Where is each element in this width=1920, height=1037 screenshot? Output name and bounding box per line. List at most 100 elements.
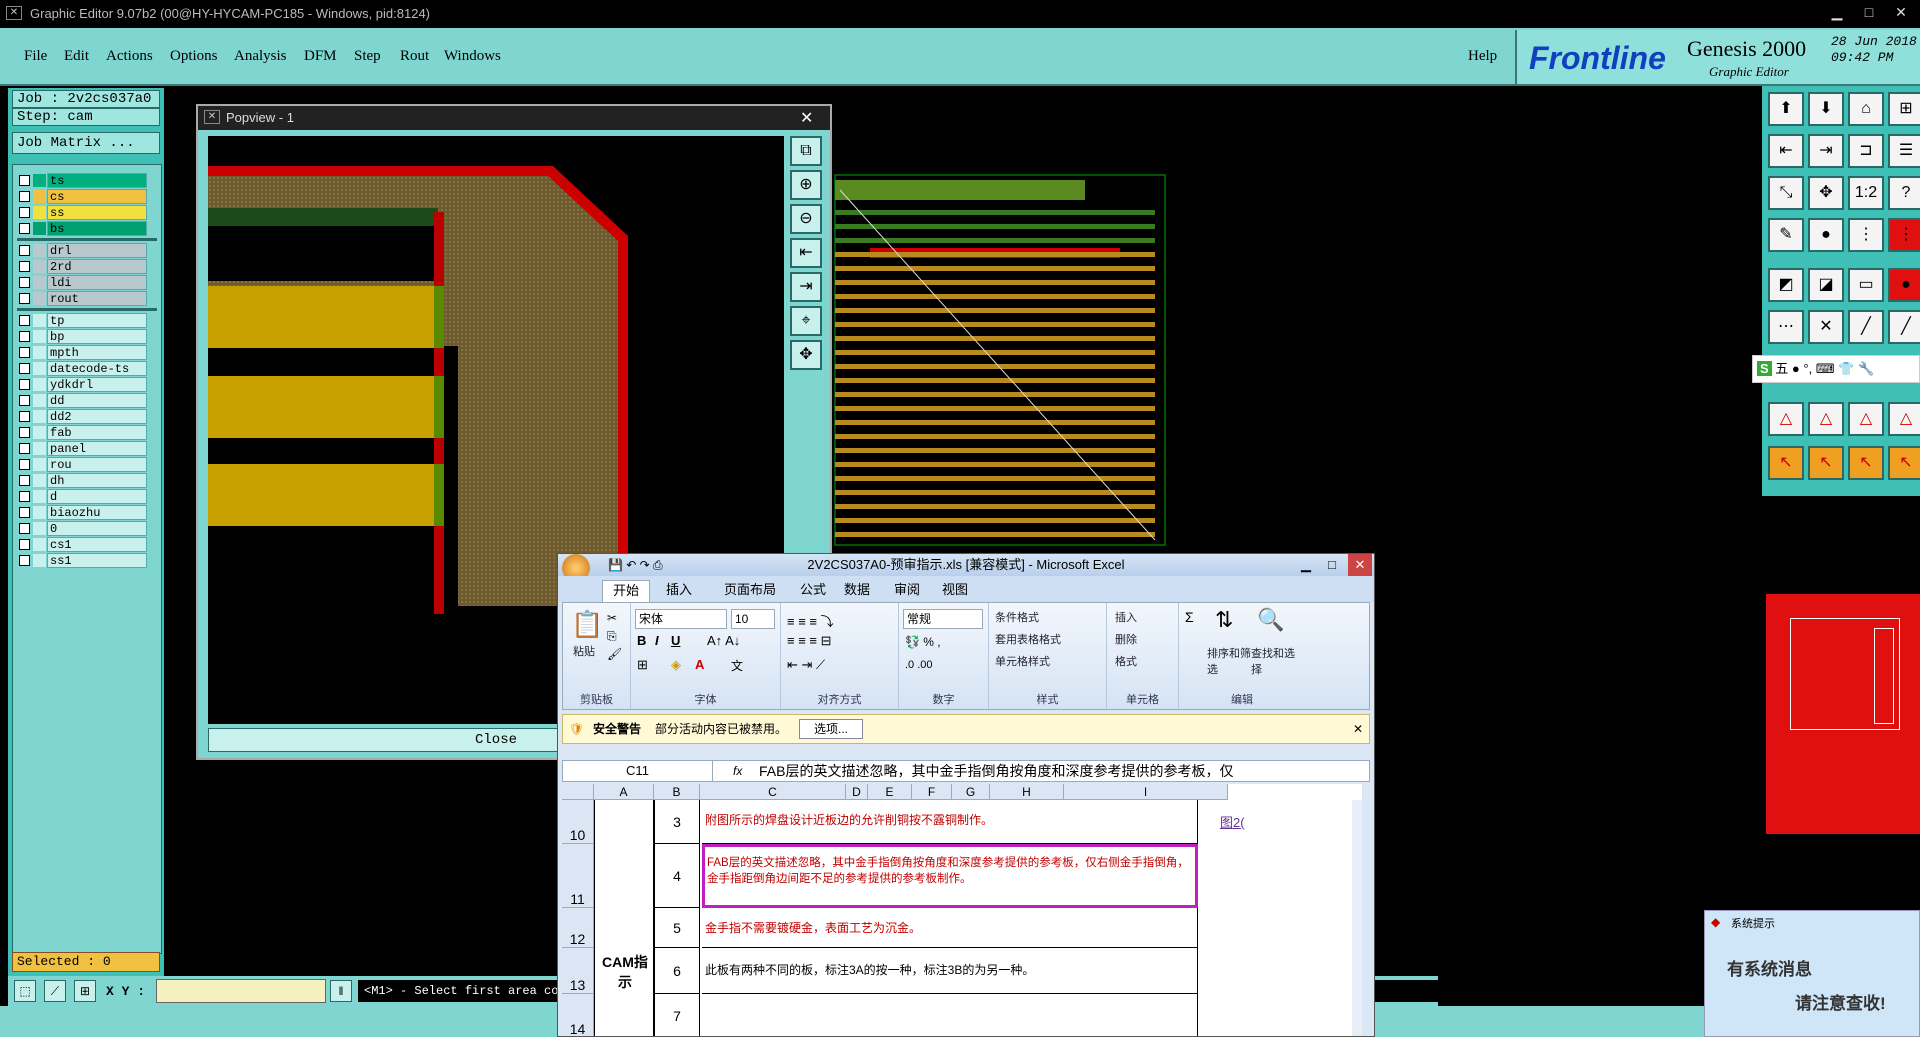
- fit-icon[interactable]: ⤡: [1768, 176, 1804, 210]
- layer-row-ts[interactable]: ts: [19, 173, 147, 188]
- underline-icon[interactable]: U: [671, 633, 680, 648]
- layer-checkbox[interactable]: [19, 261, 30, 272]
- pointer4-icon[interactable]: ↖: [1888, 446, 1920, 480]
- measure-icon[interactable]: ⟋: [44, 980, 66, 1002]
- excel-maximize-button[interactable]: □: [1320, 554, 1344, 576]
- menu-rout[interactable]: Rout: [400, 48, 429, 65]
- ribbon-tab-0[interactable]: 开始: [602, 580, 651, 602]
- layer-row-datecode-ts[interactable]: datecode-ts: [19, 361, 147, 376]
- layer-row-mpth[interactable]: mpth: [19, 345, 147, 360]
- layer-checkbox[interactable]: [19, 363, 30, 374]
- layer-row-rout[interactable]: rout: [19, 291, 147, 306]
- layer-row-bp[interactable]: bp: [19, 329, 147, 344]
- column-header-F[interactable]: F: [912, 784, 952, 800]
- excel-minimize-button[interactable]: ▁: [1294, 554, 1318, 576]
- mini-board-preview[interactable]: [1766, 594, 1920, 834]
- select-all-corner[interactable]: [562, 784, 594, 800]
- paste-icon[interactable]: 📋: [571, 609, 603, 640]
- layer-checkbox[interactable]: [19, 443, 30, 454]
- column-header-B[interactable]: B: [654, 784, 700, 800]
- layer-checkbox[interactable]: [19, 315, 30, 326]
- pan-right-icon[interactable]: ⇥: [790, 272, 822, 302]
- layer-row-dh[interactable]: dh: [19, 473, 147, 488]
- ribbon-tab-6[interactable]: 视图: [932, 580, 978, 602]
- instruction-cell[interactable]: [702, 994, 1198, 1036]
- row-header[interactable]: 10: [562, 800, 594, 844]
- excel-close-button[interactable]: ✕: [1348, 554, 1372, 576]
- column-header-H[interactable]: H: [990, 784, 1064, 800]
- layer-checkbox[interactable]: [19, 347, 30, 358]
- job-matrix-button[interactable]: Job Matrix ...: [12, 132, 160, 154]
- cut-copy-icons[interactable]: ✂ ⎘ 🖌: [607, 609, 622, 663]
- grid-icon[interactable]: ⊞: [1888, 92, 1920, 126]
- column-header-C[interactable]: C: [700, 784, 846, 800]
- layer-checkbox[interactable]: [19, 539, 30, 550]
- row-header[interactable]: 11: [562, 844, 594, 908]
- ribbon-tab-2[interactable]: 页面布局: [714, 580, 786, 602]
- pause-icon[interactable]: ‖: [330, 980, 352, 1002]
- font-name-select[interactable]: 宋体: [635, 609, 727, 629]
- layer-row-drl[interactable]: drl: [19, 243, 147, 258]
- menu-dfm[interactable]: DFM: [304, 48, 337, 65]
- find-select-button[interactable]: 查找和选择: [1251, 645, 1301, 677]
- layer-checkbox[interactable]: [19, 395, 30, 406]
- phonetic-icon[interactable]: 文: [731, 657, 743, 674]
- sort-icon[interactable]: ⇅: [1215, 607, 1233, 633]
- instruction-cell[interactable]: 金手指不需要镀硬金，表面工艺为沉金。: [702, 908, 1198, 948]
- instruction-cell[interactable]: FAB层的英文描述忽略，其中金手指倒角按角度和深度参考提供的参考板，仅右侧金手指…: [702, 844, 1198, 908]
- layer-row-d[interactable]: d: [19, 489, 147, 504]
- layer-checkbox[interactable]: [19, 245, 30, 256]
- layer-checkbox[interactable]: [19, 491, 30, 502]
- right-icon[interactable]: ⇥: [1808, 134, 1844, 168]
- column-header-G[interactable]: G: [952, 784, 990, 800]
- pointer3-icon[interactable]: ↖: [1848, 446, 1884, 480]
- move-down-icon[interactable]: ⬇: [1808, 92, 1844, 126]
- zoom-area-icon[interactable]: ⬚: [14, 980, 36, 1002]
- indent-icons[interactable]: ⇤ ⇥ ⟋: [787, 657, 825, 673]
- menu-windows[interactable]: Windows: [444, 48, 501, 65]
- menu-analysis[interactable]: Analysis: [234, 48, 287, 65]
- fill-icon[interactable]: ◩: [1768, 268, 1804, 302]
- instruction-cell[interactable]: 附图所示的焊盘设计近板边的允许削铜按不露铜制作。: [702, 800, 1198, 844]
- layer-checkbox[interactable]: [19, 379, 30, 390]
- snap2-icon[interactable]: ⋮: [1888, 218, 1920, 252]
- row-header[interactable]: 14: [562, 994, 594, 1036]
- dots-icon[interactable]: ⋯: [1768, 310, 1804, 344]
- layer-row-panel[interactable]: panel: [19, 441, 147, 456]
- column-header-I[interactable]: I: [1064, 784, 1228, 800]
- ribbon-tab-3[interactable]: 公式: [790, 580, 836, 602]
- layer-row-0[interactable]: 0: [19, 521, 147, 536]
- triangle2-icon[interactable]: △: [1808, 402, 1844, 436]
- layer-checkbox[interactable]: [19, 223, 30, 234]
- list-icon[interactable]: ☰: [1888, 134, 1920, 168]
- column-header-D[interactable]: D: [846, 784, 868, 800]
- grow-font-icon[interactable]: A↑ A↓: [707, 633, 740, 648]
- cam-merged-cell[interactable]: CAM指示: [594, 800, 654, 1036]
- layer-checkbox[interactable]: [19, 331, 30, 342]
- layer-row-biaozhu[interactable]: biaozhu: [19, 505, 147, 520]
- ribbon-tab-1[interactable]: 插入: [656, 580, 702, 602]
- layer-row-cs1[interactable]: cs1: [19, 537, 147, 552]
- help-icon[interactable]: ?: [1888, 176, 1920, 210]
- home-icon[interactable]: ⌂: [1848, 92, 1884, 126]
- layer-checkbox[interactable]: [19, 191, 30, 202]
- layer-row-fab[interactable]: fab: [19, 425, 147, 440]
- font-color-icon[interactable]: A: [695, 657, 704, 672]
- circle-icon[interactable]: ●: [1888, 268, 1920, 302]
- maximize-button[interactable]: □: [1858, 4, 1880, 22]
- pan-left-icon[interactable]: ⇤: [790, 238, 822, 268]
- layer-checkbox[interactable]: [19, 555, 30, 566]
- ribbon-tab-4[interactable]: 数据: [834, 580, 880, 602]
- item-number[interactable]: 7: [654, 994, 700, 1036]
- vertical-scrollbar[interactable]: [1352, 800, 1362, 1036]
- security-close-icon[interactable]: ✕: [1353, 715, 1363, 743]
- decimal-icons[interactable]: .0 .00: [905, 659, 933, 671]
- compare-icon[interactable]: ⊐: [1848, 134, 1884, 168]
- layer-row-cs[interactable]: cs: [19, 189, 147, 204]
- cell-styles-button[interactable]: 单元格样式: [995, 653, 1050, 669]
- border-icon[interactable]: ⊞: [637, 657, 648, 673]
- xy-input[interactable]: [156, 979, 326, 1003]
- dot-icon[interactable]: ●: [1808, 218, 1844, 252]
- menu-help[interactable]: Help: [1468, 48, 1497, 65]
- zoom-in-icon[interactable]: ⊕: [790, 170, 822, 200]
